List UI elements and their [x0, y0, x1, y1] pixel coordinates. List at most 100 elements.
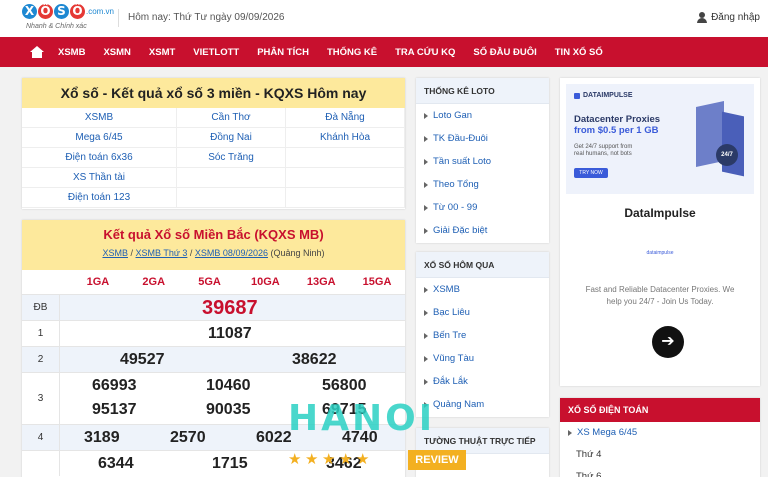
dien-toan-subitem[interactable]: Thứ 6 [560, 466, 760, 477]
dien-toan-subitem[interactable]: Thứ 4 [560, 444, 760, 466]
loto-stats-card: THỐNG KÊ LOTO Loto Gan TK Đầu-Đuôi Tần suấ… [416, 78, 549, 243]
quick-link-empty [177, 168, 286, 188]
yesterday-item[interactable]: Bến Tre [416, 324, 549, 347]
star-icon: ★ [339, 451, 353, 468]
ad-try-now-button[interactable]: TRY NOW [574, 168, 608, 178]
breadcrumb-date[interactable]: XSMB 08/09/2026 [195, 248, 268, 258]
top-header: X Ổ S Ố .com.vn Nhanh & Chính xác Hôm na… [0, 0, 768, 37]
prize-number: 49527 [120, 351, 165, 368]
today-date: Hôm nay: Thứ Tư ngày 09/09/2026 [128, 12, 285, 23]
loto-stats-item[interactable]: Loto Gan [416, 104, 549, 127]
result-row-2: 2 49527 38622 [22, 346, 405, 372]
nav-item-xsmt[interactable]: XSMT [149, 47, 175, 58]
ad-brand: DATAIMPULSE [583, 92, 633, 99]
quick-link[interactable]: Khánh Hòa [286, 128, 405, 148]
loto-stats-item[interactable]: Theo Tổng [416, 173, 549, 196]
ad-banner[interactable]: DATAIMPULSE Datacenter Proxies from $0.5… [566, 84, 754, 194]
tab-15ga[interactable]: 15GA [349, 270, 405, 294]
prize-number: 66993 [92, 377, 137, 394]
breadcrumb-xsmb[interactable]: XSMB [102, 248, 128, 258]
prize-number: 6344 [98, 455, 134, 472]
nav-item-tin-xo-so[interactable]: TIN XỔ SỐ [555, 47, 603, 58]
yesterday-item[interactable]: Bạc Liêu [416, 301, 549, 324]
loto-stats-title: THỐNG KÊ LOTO [416, 78, 549, 104]
chevron-right-icon [424, 181, 428, 188]
breadcrumb-thu-3[interactable]: XSMB Thứ 3 [136, 248, 188, 258]
tab-5ga[interactable]: 5GA [182, 270, 238, 294]
yesterday-item[interactable]: Đắk Lắk [416, 370, 549, 393]
watermark-review-badge: REVIEW [408, 450, 466, 470]
yesterday-title: XỔ SỐ HÔM QUA [416, 252, 549, 278]
result-label: 2 [22, 347, 60, 372]
site-logo[interactable]: X Ổ S Ố .com.vn Nhanh & Chính xác [22, 4, 114, 34]
loto-stats-item[interactable]: Tần suất Loto [416, 150, 549, 173]
tab-1ga[interactable]: 1GA [70, 270, 126, 294]
tab-2ga[interactable]: 2GA [126, 270, 182, 294]
yesterday-list: XSMB Bạc Liêu Bến Tre Vũng Tàu Đắk Lắk Quảng … [416, 278, 549, 416]
nav-item-tra-cuu[interactable]: TRA CỨU KQ [395, 47, 455, 58]
loto-stats-item[interactable]: Giải Đặc biệt [416, 219, 549, 242]
quick-link-empty [286, 168, 405, 188]
tab-10ga[interactable]: 10GA [237, 270, 293, 294]
breadcrumb: XSMB / XSMB Thứ 3 / XSMB 08/09/2026 (Quả… [102, 248, 325, 258]
dien-toan-item[interactable]: XS Mega 6/45 [560, 422, 760, 444]
quick-link-empty [286, 148, 405, 168]
tab-13ga[interactable]: 13GA [293, 270, 349, 294]
loto-stats-list: Loto Gan TK Đầu-Đuôi Tần suất Loto Theo Tổn… [416, 104, 549, 242]
nav-item-xsmb[interactable]: XSMB [58, 47, 85, 58]
nav-item-dau-duoi[interactable]: SỐ ĐẦU ĐUÔI [473, 47, 536, 58]
dien-toan-title: XỔ SỐ ĐIỆN TOÁN [560, 398, 760, 422]
dien-toan-card: XỔ SỐ ĐIỆN TOÁN XS Mega 6/45 Thứ 4 Thứ 6 [560, 398, 760, 477]
logo-letter: Ổ [38, 4, 53, 19]
quick-links-card: Xổ số - Kết quả xổ số 3 miền - KQXS Hôm … [22, 78, 405, 209]
logo-letter: S [54, 4, 69, 19]
chevron-right-icon [424, 158, 428, 165]
login-link[interactable]: Đăng nhập [697, 12, 760, 23]
loto-stats-item[interactable]: Từ 00 - 99 [416, 196, 549, 219]
result-label: 1 [22, 321, 60, 346]
logo-tagline: Nhanh & Chính xác [26, 23, 87, 30]
quick-link[interactable]: Đà Nẵng [286, 108, 405, 128]
chevron-right-icon [424, 112, 428, 119]
quick-link-empty [177, 188, 286, 208]
prize-number: 90035 [206, 401, 251, 418]
watermark-text: HANOI [288, 398, 436, 439]
ad-headline-2: from $0.5 per 1 GB [574, 125, 659, 136]
ad-headline-1: Datacenter Proxies [574, 114, 661, 125]
nav-item-xsmn[interactable]: XSMN [103, 47, 130, 58]
quick-links-grid: XSMB Cần Thơ Đà Nẵng Mega 6/45 Đồng Nai Khánh… [22, 108, 405, 208]
quick-link[interactable]: Sóc Trăng [177, 148, 286, 168]
home-icon[interactable] [30, 46, 44, 58]
ad-sub-1: Get 24/7 support from [574, 144, 633, 150]
result-label: 4 [22, 425, 60, 450]
prize-number: 10460 [206, 377, 251, 394]
chevron-right-icon [424, 227, 428, 234]
user-icon [697, 12, 708, 23]
quick-link[interactable]: XS Thần tài [22, 168, 177, 188]
quick-link[interactable]: Đồng Nai [177, 128, 286, 148]
yesterday-item[interactable]: Vũng Tàu [416, 347, 549, 370]
nav-item-phan-tich[interactable]: PHÂN TÍCH [257, 47, 309, 58]
rating-stars: ★ ★ ★ ★ ★ [288, 452, 371, 467]
nav-item-vietlott[interactable]: VIETLOTT [193, 47, 239, 58]
loto-stats-item[interactable]: TK Đầu-Đuôi [416, 127, 549, 150]
quick-link-empty [286, 188, 405, 208]
arrow-right-icon[interactable]: ➔ [652, 326, 684, 358]
quick-link[interactable]: Điện toán 6x36 [22, 148, 177, 168]
ad-description: Fast and Reliable Datacenter Proxies. We… [585, 285, 735, 306]
quick-links-title: Xổ số - Kết quả xổ số 3 miền - KQXS Hôm … [22, 78, 405, 108]
quick-link[interactable]: Cần Thơ [177, 108, 286, 128]
quick-link[interactable]: XSMB [22, 108, 177, 128]
chevron-right-icon [424, 332, 428, 339]
prize-number: 39687 [202, 297, 258, 319]
results-title: Kết quả Xổ số Miền Bắc (KQXS MB) [103, 227, 324, 242]
yesterday-item[interactable]: XSMB [416, 278, 549, 301]
quick-link[interactable]: Mega 6/45 [22, 128, 177, 148]
ad-block[interactable]: DATAIMPULSE Datacenter Proxies from $0.5… [560, 78, 760, 386]
nav-item-thong-ke[interactable]: THỐNG KÊ [327, 47, 377, 58]
quick-link[interactable]: Điện toán 123 [22, 188, 177, 208]
star-icon: ★ [305, 451, 319, 468]
star-icon: ★ [288, 451, 302, 468]
prize-number: 38622 [292, 351, 337, 368]
header-divider [118, 9, 119, 27]
